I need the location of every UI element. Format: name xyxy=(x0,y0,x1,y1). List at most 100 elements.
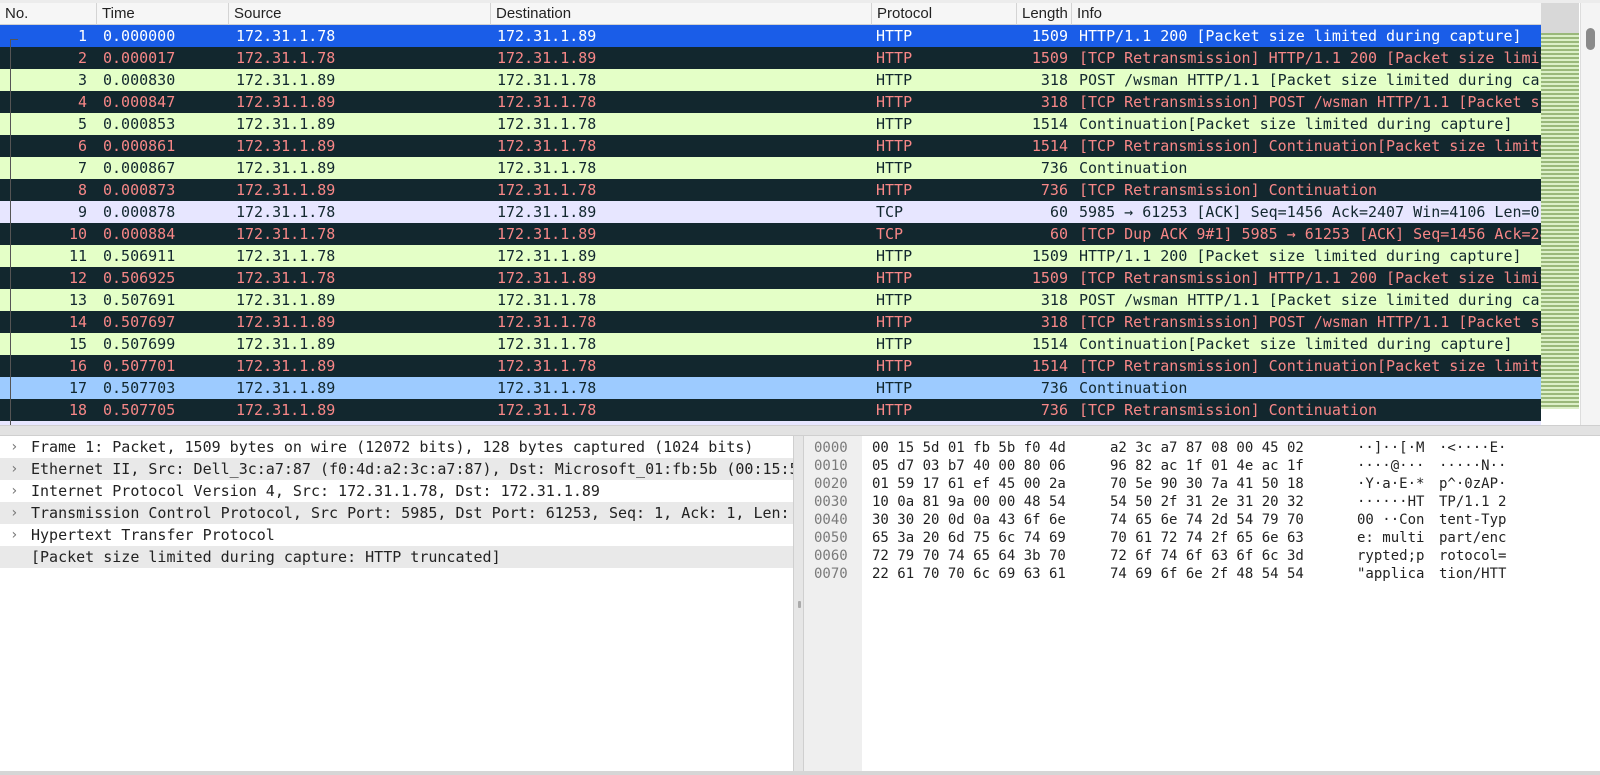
bytes-row[interactable]: 0070 22 61 70 70 6c 69 63 61 74 69 6f 6e 2… xyxy=(804,565,1600,583)
packet-destination: 172.31.1.89 xyxy=(497,269,597,287)
packet-source: 172.31.1.89 xyxy=(236,379,336,397)
packet-row[interactable]: 2 0.000017 172.31.1.78 172.31.1.89 HTTP 1509 [… xyxy=(0,47,1541,69)
packet-source: 172.31.1.89 xyxy=(236,115,336,133)
packet-row[interactable]: 11 0.506911 172.31.1.78 172.31.1.89 HTTP 1509… xyxy=(0,245,1541,267)
packet-bytes-pane[interactable]: 0000 00 15 5d 01 fb 5b f0 4d a2 3c a7 87 0… xyxy=(804,436,1600,771)
packet-destination: 172.31.1.78 xyxy=(497,71,597,89)
bytes-row[interactable]: 0040 30 30 20 0d 0a 43 6f 6e 74 65 6e 74 2… xyxy=(804,511,1600,529)
packet-length: 318 xyxy=(1040,93,1068,111)
hex-bytes-first-half: 10 0a 81 9a 00 00 48 54 xyxy=(872,494,1066,510)
hex-bytes-first-half: 22 61 70 70 6c 69 63 61 xyxy=(872,566,1066,582)
bytes-row[interactable]: 0050 65 3a 20 6d 75 6c 74 69 70 61 72 74 2… xyxy=(804,529,1600,547)
conversation-bracket-hook xyxy=(10,39,18,40)
packet-length: 60 xyxy=(1049,203,1068,221)
detail-tree-item[interactable]: › Frame 1: Packet, 1509 bytes on wire (12… xyxy=(0,436,793,458)
column-header-source[interactable]: Source xyxy=(229,3,491,25)
packet-row[interactable]: 15 0.507699 172.31.1.89 172.31.1.78 HTTP 1514… xyxy=(0,333,1541,355)
packet-source: 172.31.1.78 xyxy=(236,49,336,67)
packet-length: 318 xyxy=(1040,291,1068,309)
packet-minimap[interactable] xyxy=(1541,33,1579,409)
packet-destination: 172.31.1.89 xyxy=(497,225,597,243)
packet-protocol: HTTP xyxy=(876,357,913,375)
bytes-row[interactable]: 0000 00 15 5d 01 fb 5b f0 4d a2 3c a7 87 0… xyxy=(804,439,1600,457)
packet-length: 736 xyxy=(1040,401,1068,419)
packet-number: 5 xyxy=(77,115,87,133)
detail-tree-item[interactable]: › Internet Protocol Version 4, Src: 172.3… xyxy=(0,480,793,502)
packet-row[interactable]: 7 0.000867 172.31.1.89 172.31.1.78 HTTP 736 Co… xyxy=(0,157,1541,179)
chevron-right-icon[interactable]: › xyxy=(10,436,22,458)
chevron-right-icon[interactable]: › xyxy=(10,524,22,546)
detail-tree-item[interactable]: › Hypertext Transfer Protocol xyxy=(0,524,793,546)
packet-source: 172.31.1.89 xyxy=(236,181,336,199)
packet-row[interactable]: 16 0.507701 172.31.1.89 172.31.1.78 HTTP 1514… xyxy=(0,355,1541,377)
packet-details-pane[interactable]: › Frame 1: Packet, 1509 bytes on wire (12… xyxy=(0,436,793,771)
packet-destination: 172.31.1.78 xyxy=(497,93,597,111)
column-header-destination[interactable]: Destination xyxy=(491,3,872,25)
packet-row[interactable]: 9 0.000878 172.31.1.78 172.31.1.89 TCP 60 5985… xyxy=(0,201,1541,223)
scrollbar-thumb[interactable] xyxy=(1586,28,1595,50)
chevron-right-icon[interactable]: › xyxy=(10,458,22,480)
hex-bytes-first-half: 05 d7 03 b7 40 00 80 06 xyxy=(872,458,1066,474)
hex-bytes-second-half: 54 50 2f 31 2e 31 20 32 xyxy=(1110,494,1304,510)
horizontal-splitter[interactable] xyxy=(0,425,1600,436)
packet-protocol: HTTP xyxy=(876,313,913,331)
packet-row[interactable]: 17 0.507703 172.31.1.89 172.31.1.78 HTTP 736 C… xyxy=(0,377,1541,399)
vertical-splitter[interactable] xyxy=(793,436,804,771)
bytes-row[interactable]: 0030 10 0a 81 9a 00 00 48 54 54 50 2f 31 2… xyxy=(804,493,1600,511)
bytes-row[interactable]: 0060 72 79 70 74 65 64 3b 70 72 6f 74 6f 6… xyxy=(804,547,1600,565)
packet-row[interactable]: 3 0.000830 172.31.1.89 172.31.1.78 HTTP 318 PO… xyxy=(0,69,1541,91)
packet-protocol: HTTP xyxy=(876,335,913,353)
column-header-info[interactable]: Info xyxy=(1072,3,1541,25)
packet-row[interactable]: 18 0.507705 172.31.1.89 172.31.1.78 HTTP 736 [… xyxy=(0,399,1541,421)
packet-info: [TCP Retransmission] POST /wsman HTTP/1.… xyxy=(1079,93,1541,111)
packet-source: 172.31.1.78 xyxy=(236,203,336,221)
hex-bytes-first-half: 65 3a 20 6d 75 6c 74 69 xyxy=(872,530,1066,546)
packet-row[interactable]: 13 0.507691 172.31.1.89 172.31.1.78 HTTP 318 P… xyxy=(0,289,1541,311)
packet-row[interactable]: 14 0.507697 172.31.1.89 172.31.1.78 HTTP 318 [… xyxy=(0,311,1541,333)
packet-row[interactable]: 4 0.000847 172.31.1.89 172.31.1.78 HTTP 318 [T… xyxy=(0,91,1541,113)
packet-number: 8 xyxy=(77,181,87,199)
packet-protocol: HTTP xyxy=(876,269,913,287)
bytes-row[interactable]: 0020 01 59 17 61 ef 45 00 2a 70 5e 90 30 7… xyxy=(804,475,1600,493)
ascii-bytes-first-half: 00 ··Con xyxy=(1357,512,1425,528)
packet-destination: 172.31.1.78 xyxy=(497,291,597,309)
hex-bytes-second-half: 72 6f 74 6f 63 6f 6c 3d xyxy=(1110,548,1304,564)
packet-time: 0.000878 xyxy=(103,203,176,221)
packet-row[interactable]: 12 0.506925 172.31.1.78 172.31.1.89 HTTP 1509… xyxy=(0,267,1541,289)
packet-row[interactable]: 6 0.000861 172.31.1.89 172.31.1.78 HTTP 1514 [… xyxy=(0,135,1541,157)
detail-tree-item[interactable]: › Ethernet II, Src: Dell_3c:a7:87 (f0:4d:… xyxy=(0,458,793,480)
column-header-time[interactable]: Time xyxy=(97,3,229,25)
packet-protocol: HTTP xyxy=(876,401,913,419)
bytes-row[interactable]: 0010 05 d7 03 b7 40 00 80 06 96 82 ac 1f 0… xyxy=(804,457,1600,475)
packet-row[interactable]: 1 0.000000 172.31.1.78 172.31.1.89 HTTP 1509 H… xyxy=(0,25,1541,47)
packet-time: 0.000873 xyxy=(103,181,176,199)
detail-tree-item[interactable]: › Transmission Control Protocol, Src Port… xyxy=(0,502,793,524)
packet-protocol: HTTP xyxy=(876,181,913,199)
byte-offset: 0040 xyxy=(814,512,848,528)
column-header-no[interactable]: No. xyxy=(0,3,97,25)
packet-number: 15 xyxy=(68,335,87,353)
packet-length: 1509 xyxy=(1031,27,1068,45)
packet-info: [TCP Retransmission] Continuation[Packet… xyxy=(1079,357,1541,375)
ascii-bytes-first-half: ·Y·a·E·* xyxy=(1357,476,1425,492)
packet-row[interactable]: 10 0.000884 172.31.1.78 172.31.1.89 TCP 60 [TC… xyxy=(0,223,1541,245)
packet-source: 172.31.1.89 xyxy=(236,335,336,353)
packet-row[interactable]: 5 0.000853 172.31.1.89 172.31.1.78 HTTP 1514 C… xyxy=(0,113,1541,135)
packet-info: [TCP Retransmission] Continuation[Packet… xyxy=(1079,137,1541,155)
chevron-right-icon[interactable]: › xyxy=(10,502,22,524)
packet-protocol: HTTP xyxy=(876,137,913,155)
chevron-right-icon[interactable]: › xyxy=(10,480,22,502)
packet-destination: 172.31.1.89 xyxy=(497,49,597,67)
packet-list[interactable]: No. Time Source Destination Protocol Len… xyxy=(0,3,1600,425)
packet-row[interactable]: 8 0.000873 172.31.1.89 172.31.1.78 HTTP 736 [T… xyxy=(0,179,1541,201)
packet-length: 60 xyxy=(1049,225,1068,243)
detail-tree-item[interactable]: [Packet size limited during capture: HTT… xyxy=(0,546,793,568)
column-header-length[interactable]: Length xyxy=(1017,3,1072,25)
ascii-bytes-second-half: ·····N·· xyxy=(1439,458,1507,474)
column-header-protocol[interactable]: Protocol xyxy=(872,3,1017,25)
packet-protocol: HTTP xyxy=(876,115,913,133)
packet-number: 17 xyxy=(68,379,87,397)
packet-destination: 172.31.1.78 xyxy=(497,115,597,133)
packet-protocol: HTTP xyxy=(876,379,913,397)
packet-list-scrollbar[interactable] xyxy=(1580,3,1600,425)
